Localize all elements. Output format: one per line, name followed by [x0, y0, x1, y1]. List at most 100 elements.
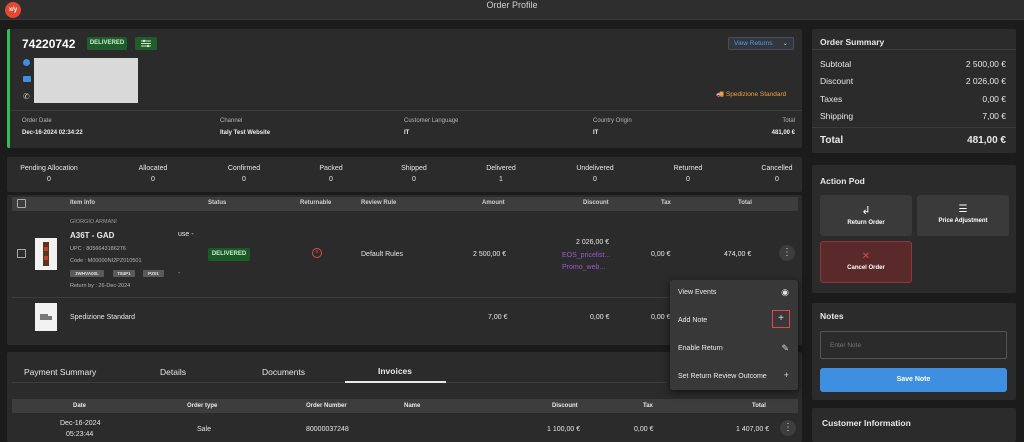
notes-title: Notes — [820, 311, 844, 321]
redacted-contact — [34, 58, 138, 103]
menu-add-note[interactable]: Add Note — [678, 317, 707, 324]
shipping-tax: 0,00 € — [651, 314, 671, 321]
inv-number[interactable]: 80000037248 — [306, 426, 349, 433]
summary-discount: Discount 2 026,00 € — [820, 76, 1006, 86]
cancel-order-button[interactable]: ✕ Cancel Order — [820, 241, 912, 283]
summary-total-label: Total — [820, 135, 844, 146]
summary-total-value: 481,00 € — [967, 135, 1006, 146]
status-count: 0 — [242, 176, 246, 183]
item-discount: 2 026,00 € — [576, 239, 610, 246]
chevron-down-icon: ⌄ — [782, 40, 788, 47]
status-count: 0 — [151, 176, 155, 183]
active-tab-indicator — [345, 381, 446, 383]
price-adjustment-button[interactable]: ☰ Price Adjustment — [917, 195, 1009, 236]
summary-shipping: Shipping 7,00 € — [820, 111, 1006, 121]
channel-label: Channel — [220, 118, 243, 124]
item-chip: T84P1 — [113, 270, 135, 277]
menu-view-events[interactable]: View Events — [678, 289, 716, 296]
status-count: 0 — [47, 176, 51, 183]
divider — [812, 49, 1016, 50]
filter-icon[interactable] — [135, 37, 157, 50]
shipping-method: 🚚 Spedizione Standard — [716, 90, 786, 98]
plus-icon[interactable]: + — [772, 310, 790, 328]
summary-taxes: Taxes 0,00 € — [820, 94, 1006, 104]
tab-invoices[interactable]: Invoices — [378, 366, 412, 376]
more-options-icon[interactable]: ⋮ — [779, 245, 795, 261]
not-returnable-icon: × — [312, 248, 322, 258]
status-allocated: Allocated 0 — [113, 165, 193, 183]
status-label: Shipped — [401, 165, 427, 172]
status-count: 0 — [329, 176, 333, 183]
status-label: Delivered — [486, 165, 516, 172]
discount-link[interactable]: Promo_web... — [562, 264, 605, 271]
item-tax: 0,00 € — [651, 251, 671, 258]
item-return-by: Return by : 26-Dec-2024 — [70, 283, 131, 289]
menu-set-return-review-outcome[interactable]: Set Return Review Outcome — [678, 373, 767, 380]
total-value: 481,00 € — [771, 130, 795, 136]
status-label: Pending Allocation — [20, 165, 78, 172]
country-value: IT — [593, 130, 599, 136]
inv-col-total: Total — [752, 403, 766, 409]
tab-payment-summary[interactable]: Payment Summary — [24, 367, 96, 377]
status-delivered: Delivered 1 — [461, 165, 541, 183]
inv-col-name: Name — [404, 403, 421, 409]
customer-info-title: Customer Information — [822, 418, 911, 428]
menu-enable-return[interactable]: Enable Return — [678, 345, 723, 352]
truck-icon: 🚚 — [716, 91, 725, 98]
channel-value: Italy Test Website — [220, 130, 271, 136]
return-order-button[interactable]: ↲ Return Order — [820, 195, 912, 236]
item-amount: 2 500,00 € — [473, 251, 507, 258]
price-adjustment-label: Price Adjustment — [938, 218, 988, 224]
inv-type: Sale — [197, 426, 212, 433]
summary-subtotal: Subtotal 2 500,00 € — [820, 59, 1006, 69]
summary-label: Subtotal — [820, 59, 852, 69]
eye-icon: ◉ — [781, 287, 789, 297]
summary-total: Total 481,00 € — [820, 135, 1006, 146]
view-returns-button[interactable]: View Returns ⌄ — [728, 37, 794, 50]
status-cancelled: Cancelled 0 — [737, 165, 817, 183]
tab-details[interactable]: Details — [160, 367, 186, 377]
email-icon — [23, 76, 31, 82]
row-checkbox[interactable] — [17, 249, 26, 258]
select-all-checkbox[interactable] — [17, 199, 26, 208]
tab-documents[interactable]: Documents — [262, 367, 305, 377]
invoice-more-icon[interactable]: ⋮ — [780, 420, 796, 436]
col-item-info: Item Info — [70, 200, 95, 206]
user-icon — [23, 59, 30, 66]
shipping-truck-icon — [35, 303, 57, 331]
col-total: Total — [738, 200, 752, 206]
language-value: IT — [404, 130, 410, 136]
item-total: 474,00 € — [724, 251, 752, 258]
item-code: Code : M00000NI2PZ010501 — [70, 258, 142, 264]
product-image[interactable] — [35, 238, 57, 270]
status-pending-allocation: Pending Allocation 0 — [9, 165, 89, 183]
discount-link[interactable]: EOS_pricelist... — [562, 252, 610, 259]
inv-total: 1 407,00 € — [736, 426, 770, 433]
item-upc: UPC : 8056643186276 — [70, 246, 126, 252]
col-tax: Tax — [661, 200, 671, 206]
status-count: 0 — [775, 176, 779, 183]
status-count: 0 — [412, 176, 416, 183]
summary-value: 7,00 € — [982, 111, 1006, 121]
total-label: Total — [782, 118, 795, 124]
item-dash: - — [178, 270, 181, 277]
summary-label: Discount — [820, 76, 854, 86]
sliders-icon: ☰ — [958, 204, 968, 215]
item-review-rule: Default Rules — [361, 251, 404, 258]
cancel-order-label: Cancel Order — [847, 265, 885, 271]
note-input[interactable] — [820, 331, 1007, 359]
status-label: Packed — [319, 165, 343, 172]
plus-icon: + — [783, 370, 789, 380]
item-name[interactable]: A36T - GAD — [70, 231, 114, 240]
order-date-value: Dec-16-2024 02:34:22 — [22, 130, 83, 136]
inv-col-tax: Tax — [643, 403, 653, 409]
divider — [12, 297, 670, 298]
item-context-menu: View Events ◉ Add Note + Enable Return ✎… — [670, 280, 798, 390]
save-note-button[interactable]: Save Note — [820, 368, 1007, 392]
col-amount: Amount — [482, 200, 505, 206]
return-order-label: Return Order — [847, 220, 885, 226]
summary-value: 2 500,00 € — [965, 59, 1006, 69]
shipping-amount: 7,00 € — [488, 314, 508, 321]
title-bar: x/y Order Profile — [0, 0, 1024, 20]
status-packed: Packed 0 — [291, 165, 371, 183]
